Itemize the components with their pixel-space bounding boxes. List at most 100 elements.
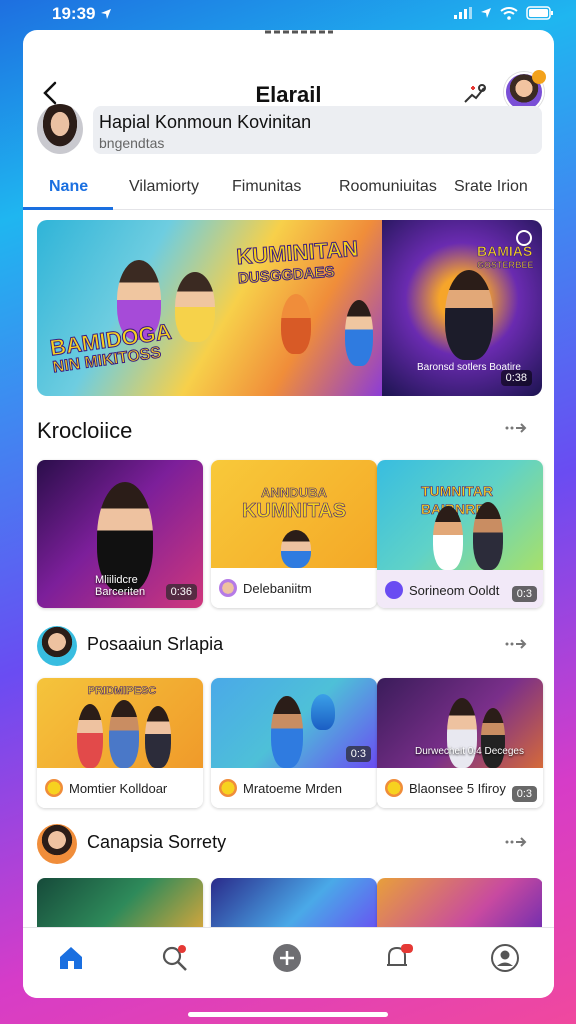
- video-card[interactable]: [377, 878, 542, 928]
- video-title: Delebaniitm: [243, 580, 312, 596]
- thumbnail-person: [271, 696, 303, 768]
- see-more-button[interactable]: [504, 832, 528, 853]
- battery-icon: [526, 6, 553, 20]
- video-card[interactable]: 0:3 Mratoeme Mrden: [211, 678, 377, 808]
- video-label: Delebaniitm: [211, 568, 377, 608]
- arrow-right-icon: [505, 837, 527, 847]
- video-label: Momtier Kolldoar: [37, 768, 203, 808]
- video-label: Mratoeme Mrden: [211, 768, 377, 808]
- thumbnail-person: [77, 704, 103, 768]
- video-card[interactable]: ANNDUBA KUMNITAS Delebaniitm: [211, 460, 377, 608]
- wifi-icon: [500, 6, 518, 20]
- status-bar: 19:39: [0, 0, 576, 30]
- channel-avatar: [385, 779, 403, 797]
- video-card[interactable]: [211, 878, 377, 928]
- thumbnail-person: [481, 708, 505, 768]
- top-strip: [265, 30, 333, 34]
- signal-icon: [454, 7, 472, 19]
- channel-avatar: [385, 581, 403, 599]
- video-duration-badge: 0:36: [165, 584, 197, 600]
- see-more-button[interactable]: [504, 418, 528, 439]
- see-more-button[interactable]: [504, 634, 528, 655]
- bell-icon: [387, 944, 413, 966]
- video-card[interactable]: TUMNITAR BAIBNRFS Sorineom Ooldt 0:3: [377, 460, 543, 608]
- video-row-1: Mliilidcre Barceriten 0:36 ANNDUBA KUMNIT…: [37, 460, 543, 608]
- status-time-text: 19:39: [52, 4, 96, 23]
- tab-bar: Nane Vilamiorty Fimunitas Roomuniuitas S…: [23, 170, 554, 210]
- section-avatar: [37, 824, 77, 864]
- video-title-art: ANNDUBA KUMNITAS: [241, 485, 347, 522]
- hero-title-right: BAMIAS GOSTERBEE: [477, 243, 534, 271]
- arrow-right-icon: [505, 639, 527, 649]
- profile-row[interactable]: Hapial Konmoun Kovinitan bngendtas: [37, 104, 542, 158]
- channel-avatar: [45, 779, 63, 797]
- location-icon: [481, 8, 491, 18]
- profile-name: Hapial Konmoun Kovinitan: [99, 112, 312, 132]
- profile-icon: [491, 944, 519, 972]
- video-title: Sorineom Ooldt: [409, 582, 500, 598]
- profile-info: Hapial Konmoun Kovinitan bngendtas: [93, 106, 542, 154]
- section-title: Canapsia Sorrety: [87, 832, 227, 852]
- video-row-3: [37, 878, 542, 928]
- section-title: Krocloiice: [37, 418, 133, 443]
- profile-subtitle: bngendtas: [99, 135, 165, 151]
- thumbnail-mascot: [311, 694, 335, 730]
- video-card[interactable]: [37, 878, 203, 928]
- video-title: Momtier Kolldoar: [69, 780, 168, 796]
- video-row-2: PRIDMIPESC Momtier Kolldoar 0:3 Mratoeme…: [37, 678, 543, 808]
- bottom-nav: [23, 927, 554, 998]
- video-overlay-text: Durwecheit 0:4 Deceges: [415, 746, 524, 757]
- video-duration-badge: 0:3: [511, 786, 537, 802]
- thumbnail-person: [473, 502, 503, 570]
- search-icon: [162, 945, 187, 971]
- arrow-right-icon: [505, 423, 527, 433]
- section-avatar: [37, 626, 77, 666]
- thumbnail-person: [433, 506, 463, 570]
- tab-active-indicator: [23, 207, 113, 210]
- thumbnail-person: [281, 530, 311, 568]
- hero-host: [445, 270, 493, 360]
- location-arrow-icon: [101, 9, 112, 19]
- profile-avatar: [37, 104, 83, 154]
- app-window: Elarail Hapial Konmoun Kovinitan bngendt…: [23, 30, 554, 998]
- video-title-art: PRIDMIPESC: [87, 685, 157, 698]
- home-icon: [60, 947, 82, 969]
- nav-home[interactable]: [53, 940, 89, 976]
- tab-fimunitas[interactable]: Fimunitas: [232, 178, 301, 196]
- channel-avatar: [219, 579, 237, 597]
- channel-avatar: [219, 779, 237, 797]
- video-title: Blaonsee 5 Ifiroy: [409, 780, 506, 796]
- section-title: Posaaiun Srlapia: [87, 634, 224, 654]
- hero-duration-badge: 0:38: [500, 370, 532, 386]
- video-title: Mratoeme Mrden: [243, 780, 342, 796]
- video-card[interactable]: Mliilidcre Barceriten 0:36: [37, 460, 203, 608]
- section-header-3: Canapsia Sorrety: [37, 824, 542, 864]
- video-duration-badge: 0:3: [511, 586, 537, 602]
- nav-search[interactable]: [157, 940, 193, 976]
- thumbnail-person: [109, 700, 139, 768]
- section-header-1: Krocloiice: [37, 410, 542, 450]
- tab-roomuniuitas[interactable]: Roomuniuitas: [339, 178, 437, 196]
- hero-person-2: [175, 272, 215, 342]
- nav-notifications[interactable]: [381, 940, 417, 976]
- video-card[interactable]: Durwecheit 0:4 Deceges Blaonsee 5 Ifiroy…: [377, 678, 543, 808]
- hero-person-3: [345, 300, 373, 366]
- tab-vilamiorty[interactable]: Vilamiorty: [129, 178, 199, 196]
- hero-pause-icon[interactable]: [516, 230, 532, 246]
- hero-banner[interactable]: KUMINITAN DUSGGDAES BAMIDOGA NIN MIKITOS…: [37, 220, 542, 396]
- nav-profile[interactable]: [487, 940, 523, 976]
- home-indicator: [188, 1012, 388, 1017]
- tab-srate-irion[interactable]: Srate Irion: [454, 178, 528, 196]
- hero-title: KUMINITAN DUSGGDAES: [235, 235, 359, 288]
- nav-add[interactable]: [269, 940, 305, 976]
- section-header-2: Posaaiun Srlapia: [37, 626, 542, 666]
- thumbnail-person: [145, 706, 171, 768]
- video-card[interactable]: PRIDMIPESC Momtier Kolldoar: [37, 678, 203, 808]
- status-time: 19:39: [52, 4, 113, 24]
- tab-nane[interactable]: Nane: [49, 178, 88, 196]
- avatar-badge: [532, 70, 546, 84]
- hero-mascot: [281, 294, 311, 354]
- status-icons: [454, 6, 554, 20]
- add-icon: [273, 944, 301, 972]
- video-duration-badge: 0:3: [345, 746, 371, 762]
